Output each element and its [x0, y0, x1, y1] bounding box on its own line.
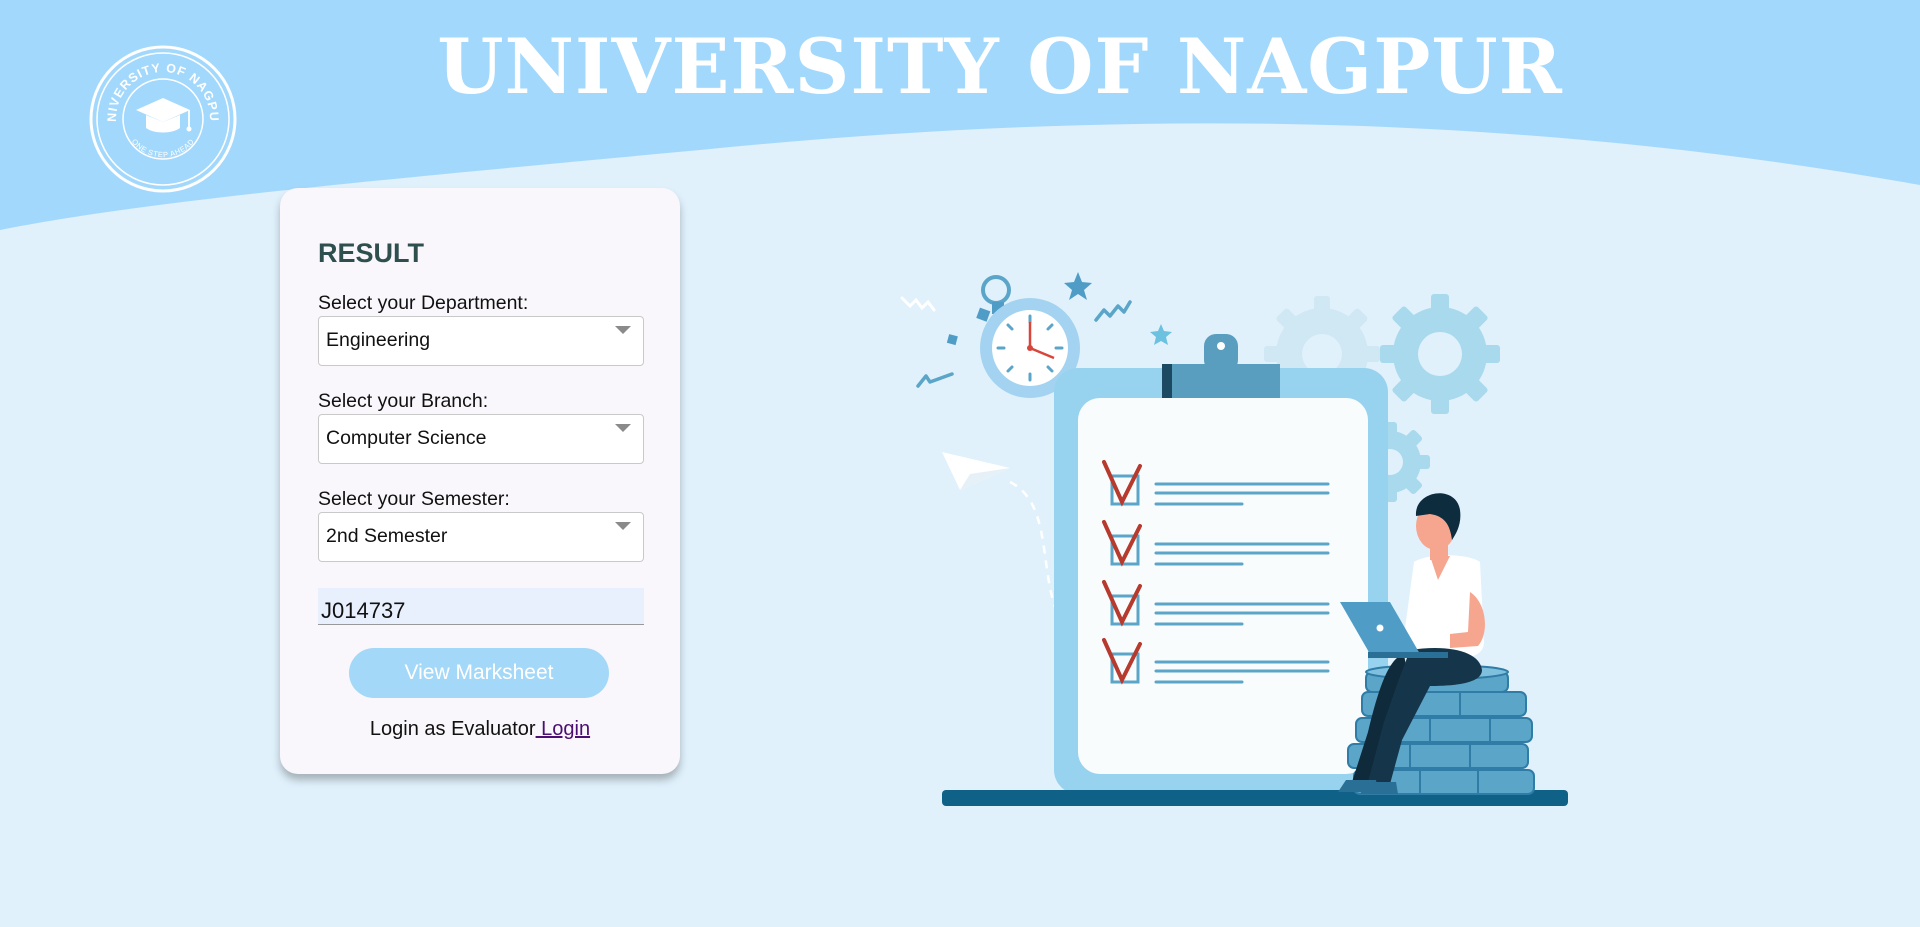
- branch-selected-value: Computer Science: [326, 427, 487, 449]
- logo-text-bottom: ONE STEP AHEAD: [130, 137, 196, 159]
- login-prompt-text: Login as Evaluator: [369, 718, 536, 740]
- registration-number-input[interactable]: [318, 588, 644, 625]
- result-heading: RESULT: [318, 238, 424, 268]
- evaluator-login-line: Login as Evaluator Login: [280, 718, 680, 741]
- department-label: Select your Department:: [318, 292, 529, 314]
- result-illustration: [900, 272, 1568, 806]
- page-title: UNIVERSITY OF NAGPUR: [437, 22, 1563, 111]
- semester-selected-value: 2nd Semester: [326, 525, 448, 547]
- paper-plane-icon: [942, 452, 1057, 608]
- login-link[interactable]: Login: [536, 718, 590, 740]
- department-selected-value: Engineering: [326, 329, 431, 351]
- result-card: RESULT Select your Department: Engineeri…: [280, 188, 680, 774]
- svg-text:ONE STEP AHEAD: ONE STEP AHEAD: [130, 137, 196, 159]
- branch-select[interactable]: Computer Science: [318, 414, 644, 464]
- branch-label: Select your Branch:: [318, 390, 489, 412]
- view-marksheet-button[interactable]: View Marksheet: [349, 648, 609, 698]
- semester-label: Select your Semester:: [318, 488, 510, 510]
- chevron-down-icon: [615, 424, 631, 432]
- semester-select[interactable]: 2nd Semester: [318, 512, 644, 562]
- chevron-down-icon: [615, 522, 631, 530]
- star-icon: [1064, 272, 1092, 300]
- star-icon: [1150, 324, 1172, 345]
- gear-icon: [1380, 294, 1500, 414]
- chevron-down-icon: [615, 326, 631, 334]
- department-select[interactable]: Engineering: [318, 316, 644, 366]
